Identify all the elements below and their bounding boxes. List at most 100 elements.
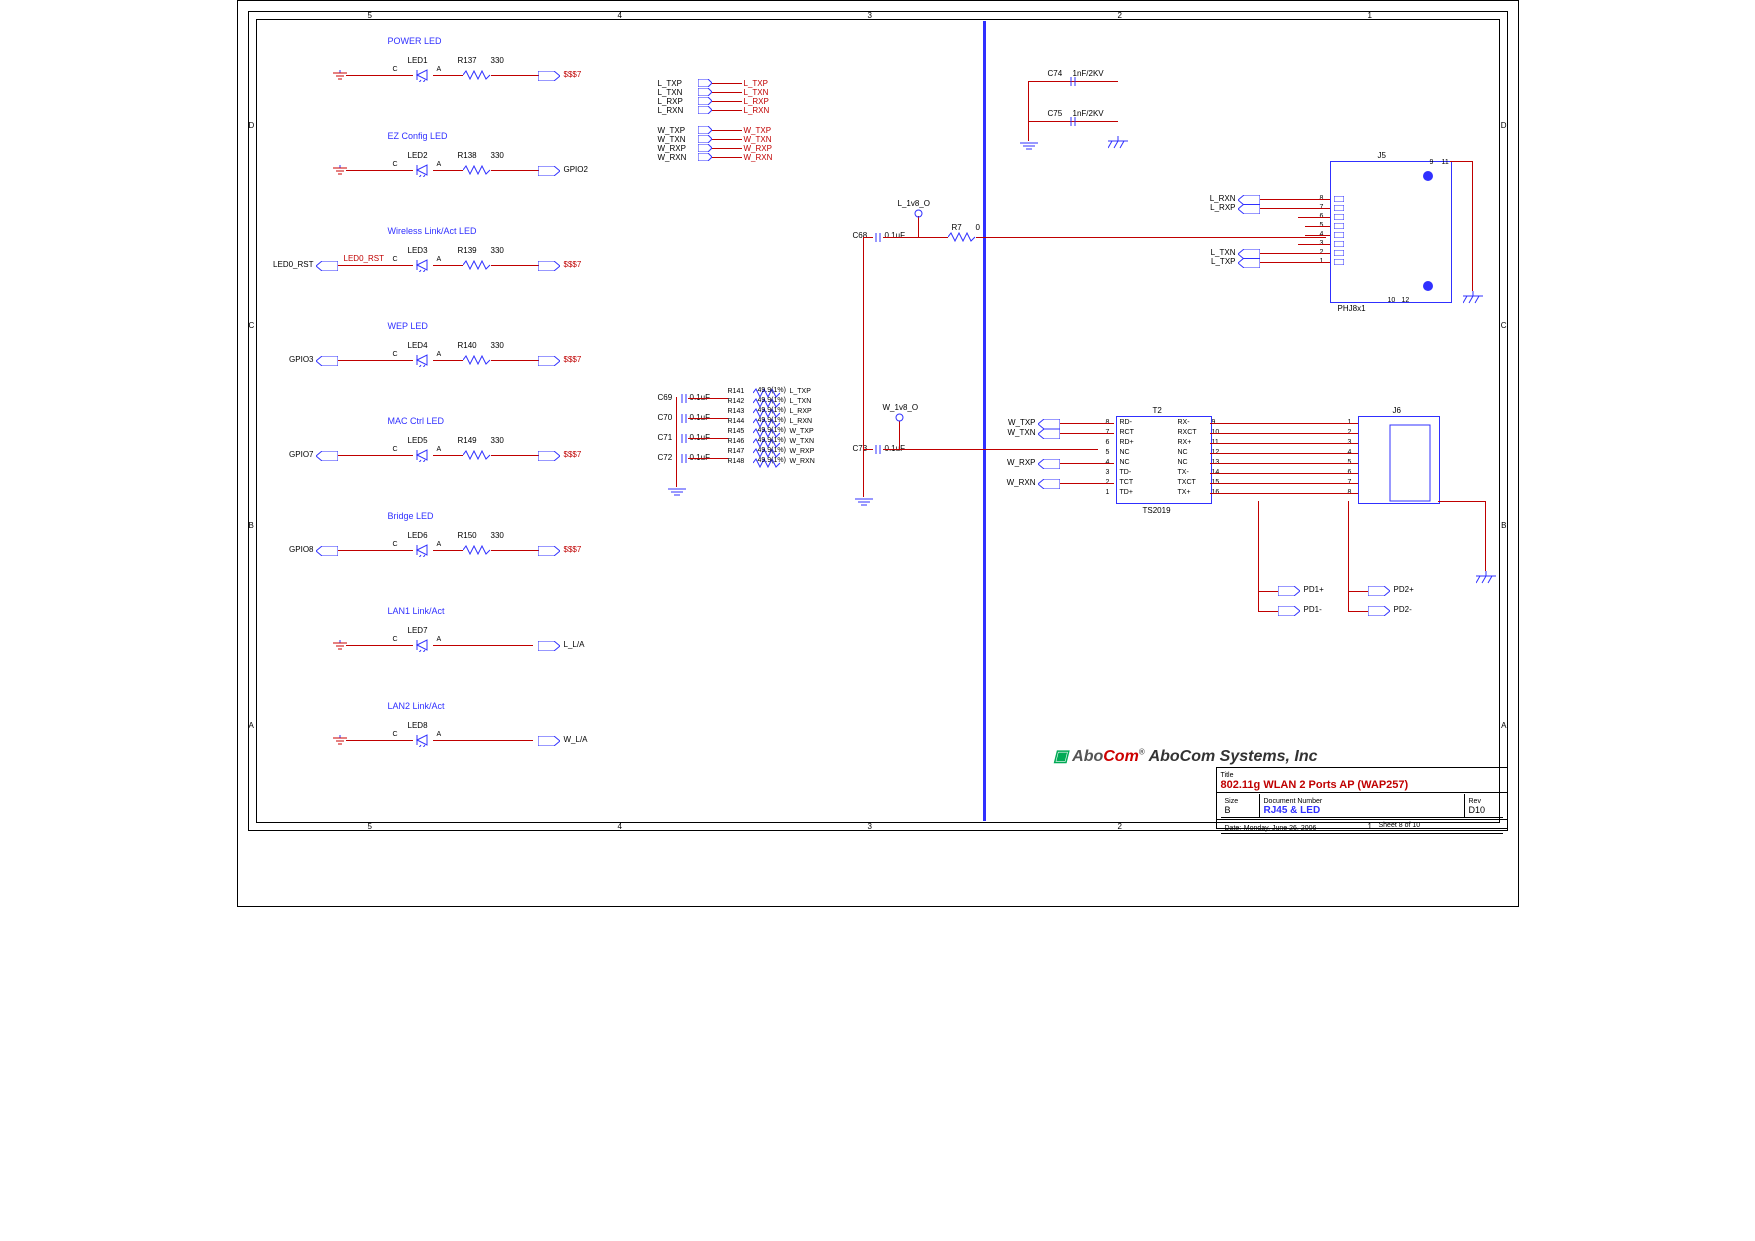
ground-icon: [333, 640, 347, 652]
offpage-left-label: L_TXN: [658, 88, 683, 97]
t2-pinname-right: NC: [1178, 459, 1188, 466]
res-ref: R142: [728, 398, 745, 405]
port-label: $$$7: [564, 70, 582, 79]
t2-pinname-right: RX-: [1178, 419, 1190, 426]
t2-pinname-left: NC: [1120, 449, 1130, 456]
offpage-port: [1278, 586, 1300, 596]
t2-pinname-left: RCT: [1120, 429, 1134, 436]
term-net: L_TXP: [790, 388, 811, 395]
led-cathode: C: [393, 541, 398, 548]
offpage-port: [698, 79, 712, 87]
led-anode: A: [437, 256, 442, 263]
t2-part: TS2019: [1143, 506, 1171, 515]
ground-icon: [333, 735, 347, 747]
offpage-left-label: W_TXP: [658, 126, 686, 135]
offpage-port: [538, 736, 560, 746]
res-val: 330: [491, 531, 504, 540]
res-val: 330: [491, 436, 504, 445]
offpage-port: [1368, 606, 1390, 616]
offpage-right-net: L_RXP: [744, 97, 769, 106]
offpage-right-net: L_TXP: [744, 79, 768, 88]
cap-icon: [680, 454, 688, 463]
zone-d-right: D: [1501, 121, 1507, 130]
port-label: PD2-: [1394, 605, 1412, 614]
zone-a-right: A: [1501, 721, 1506, 730]
offpage-port: [316, 451, 338, 461]
led-ref: LED2: [408, 151, 428, 160]
led-anode: A: [437, 446, 442, 453]
offpage-port: [316, 356, 338, 366]
port-label: PD2+: [1394, 585, 1414, 594]
signal-ground-c74c75: [1020, 141, 1038, 153]
l1v8-label: L_1v8_O: [898, 199, 930, 208]
t2-pinname-left: RD+: [1120, 439, 1134, 446]
j5-part: PHJ8x1: [1338, 304, 1366, 313]
title-block: Title802.11g WLAN 2 Ports AP (WAP257) Si…: [1216, 767, 1508, 829]
t2-ref: T2: [1153, 406, 1162, 415]
res-val: 49.9(1%): [758, 397, 786, 404]
res-ref: R143: [728, 408, 745, 415]
offpage-right-net: L_RXN: [744, 106, 770, 115]
term-net: W_RXP: [790, 448, 815, 455]
zone-c-left: C: [249, 321, 255, 330]
port-label: L_TXN: [1188, 248, 1236, 257]
term-net: L_RXP: [790, 408, 812, 415]
cap-c73: [873, 445, 883, 454]
offpage-port: [316, 261, 338, 271]
port-label: W_L/A: [564, 735, 588, 744]
offpage-port: [698, 153, 712, 161]
led-icon: [413, 448, 433, 462]
t2-pinname-right: TX-: [1178, 469, 1189, 476]
company-name: AboCom Systems, Inc: [1149, 748, 1318, 765]
resistor-icon: [463, 450, 491, 460]
t2-pinname-left: TD+: [1120, 489, 1133, 496]
led-section-title: Wireless Link/Act LED: [388, 226, 477, 236]
offpage-left-label: L_RXN: [658, 106, 684, 115]
rj45-contact-icon: [1334, 196, 1344, 202]
offpage-port: [538, 451, 560, 461]
offpage-left-label: W_TXN: [658, 135, 686, 144]
cap-c75: [1068, 117, 1078, 126]
offpage-left-label: W_RXP: [658, 144, 686, 153]
offpage-port: [538, 546, 560, 556]
cap-icon: [680, 394, 688, 403]
led-anode: A: [437, 636, 442, 643]
offpage-right-net: W_TXN: [744, 135, 772, 144]
t2-pinname-right: TX+: [1178, 489, 1191, 496]
c75-ref: C75: [1048, 109, 1063, 118]
offpage-port: [698, 97, 712, 105]
led-ref: LED7: [408, 626, 428, 635]
led-anode: A: [437, 161, 442, 168]
offpage-right-net: W_RXN: [744, 153, 773, 162]
led-ref: LED5: [408, 436, 428, 445]
offpage-port: [1238, 258, 1260, 268]
signal-ground-rc: [668, 487, 686, 499]
led-left-net: LED0_RST: [344, 254, 384, 263]
offpage-right-net: L_TXN: [744, 88, 769, 97]
power-w1v8: [895, 413, 904, 422]
led-ref: LED8: [408, 721, 428, 730]
res-val: 330: [491, 341, 504, 350]
led-icon: [413, 163, 433, 177]
offpage-port: [1038, 479, 1060, 489]
port-label: $$$7: [564, 545, 582, 554]
zone-4-bot: 4: [618, 822, 622, 831]
res-ref: R138: [458, 151, 477, 160]
term-net: W_RXN: [790, 458, 815, 465]
led-anode: A: [437, 351, 442, 358]
chassis-ground-j6: [1476, 571, 1496, 586]
offpage-port: [698, 88, 712, 96]
zone-d-left: D: [249, 121, 255, 130]
res-val: 49.9(1%): [758, 417, 786, 424]
cap-ref: C72: [658, 453, 673, 462]
led-ref: LED1: [408, 56, 428, 65]
offpage-left-label: L_RXP: [658, 97, 683, 106]
res-ref: R141: [728, 388, 745, 395]
res-ref: R146: [728, 438, 745, 445]
power-l1v8: [914, 209, 923, 218]
res-ref: R145: [728, 428, 745, 435]
j5-pin9: 9: [1430, 159, 1434, 166]
ground-icon: [333, 70, 347, 82]
j5-pin12: 12: [1402, 297, 1410, 304]
led-icon: [413, 68, 433, 82]
